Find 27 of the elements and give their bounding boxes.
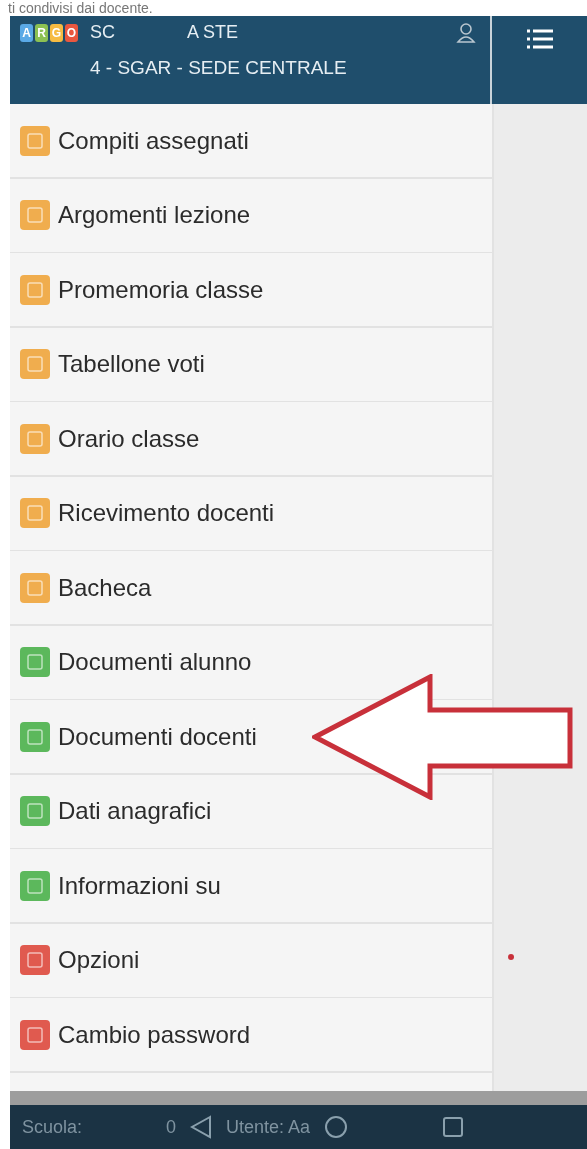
school-name: A STE: [187, 22, 239, 43]
school-code: 0: [166, 1116, 177, 1138]
school-name: SC: [90, 22, 115, 43]
menu-item[interactable]: Tabellone voti: [10, 327, 215, 401]
school-branch: 4 - SGAR - SEDE CENTRALE: [90, 57, 348, 79]
menu-item[interactable]: Dati anagrafici: [10, 774, 222, 848]
menu-item[interactable]: Informazioni su: [10, 849, 231, 922]
menu-item[interactable]: Argomenti lezione: [10, 178, 261, 252]
menu-item[interactable]: Ricevimento docenti: [10, 476, 285, 550]
back-icon[interactable]: [190, 1115, 213, 1139]
user-label: Utente: Aa: [226, 1116, 311, 1138]
menu-item[interactable]: Orario classe: [10, 402, 210, 475]
home-icon[interactable]: [324, 1115, 349, 1139]
school-label: Scuola:: [22, 1116, 83, 1138]
caption-text: ti condivisi dai docente.: [7, 0, 154, 16]
menu-item[interactable]: Promemoria classe: [10, 253, 274, 326]
user-icon[interactable]: [456, 22, 476, 44]
menu-item[interactable]: Compiti assegnati: [10, 104, 259, 177]
square-icon[interactable]: [442, 1116, 465, 1138]
menu-icon[interactable]: [526, 28, 553, 52]
logo: A R G O: [20, 23, 78, 42]
dot-marker: [508, 954, 514, 960]
menu-item[interactable]: Documenti alunno: [10, 625, 262, 699]
menu-item[interactable]: Bacheca: [10, 551, 162, 624]
menu-item[interactable]: Cambio password: [10, 998, 261, 1071]
menu-item[interactable]: Opzioni: [10, 923, 150, 997]
menu-item[interactable]: Documenti docenti: [10, 700, 267, 773]
